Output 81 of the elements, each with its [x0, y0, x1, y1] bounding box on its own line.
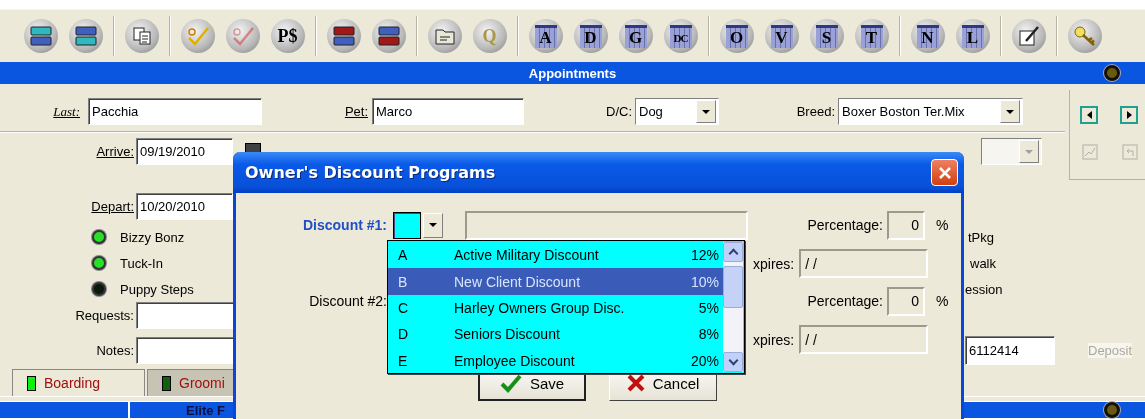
percentage-field[interactable]: 0: [887, 210, 925, 240]
toolbar-button[interactable]: [326, 19, 361, 53]
bar-text: Elite F: [186, 402, 225, 418]
calendar-letter-button[interactable]: L: [955, 19, 990, 53]
expires-field[interactable]: / /: [799, 325, 929, 354]
copy-icon: [131, 26, 152, 46]
chart-icon: [1082, 144, 1098, 160]
field-label: Requests:: [74, 308, 135, 323]
option-label: Puppy Steps: [120, 281, 195, 297]
deposit-label: Deposit: [1088, 343, 1133, 358]
percentage-field[interactable]: 0: [887, 286, 925, 316]
calendar-letter-button[interactable]: S: [809, 19, 844, 53]
side-label: tPkg: [968, 229, 994, 245]
dialog-title: Owner's Discount Programs: [245, 163, 496, 182]
field-label: D/C:: [605, 104, 633, 119]
calendar-letter-button[interactable]: A: [528, 19, 563, 53]
description-field[interactable]: [465, 210, 748, 240]
date-field[interactable]: 10/20/2010: [136, 193, 233, 220]
field-label: Percentage:: [806, 293, 884, 309]
scrollbar[interactable]: [723, 242, 743, 372]
folder-icon: [434, 27, 455, 45]
field-label: xpires:: [753, 255, 795, 272]
checkmark-icon: [230, 26, 255, 46]
calendar-letter-button[interactable]: T: [854, 19, 889, 53]
calendar-letter-button[interactable]: V: [764, 19, 799, 53]
scroll-thumb[interactable]: [723, 266, 743, 308]
last-name-field[interactable]: Pacchia: [88, 98, 262, 125]
calendar-letter-button[interactable]: O: [719, 19, 754, 53]
field-label: Depart:: [90, 199, 135, 214]
dropdown-field: [981, 138, 1042, 165]
field-label: Percentage:: [806, 217, 884, 233]
toolbar-button[interactable]: [371, 19, 406, 53]
unit-label: %: [936, 293, 950, 309]
field-label: Arrive:: [95, 144, 135, 159]
toolbar-button[interactable]: P$: [270, 19, 305, 53]
checkmark-icon: [499, 373, 522, 393]
field-label: Pet:: [343, 104, 369, 119]
dropdown-field[interactable]: Dog: [635, 98, 719, 125]
round-knob-icon: [1104, 65, 1120, 81]
option-label: Tuck-In: [120, 255, 164, 271]
toolbar-button[interactable]: [1011, 19, 1046, 53]
checkmark-icon: [185, 26, 210, 46]
list-item[interactable]: A Active Military Discount 12%: [388, 242, 723, 269]
field-label: Breed:: [795, 104, 836, 119]
phone-field[interactable]: 6112414: [965, 336, 1055, 365]
close-button[interactable]: [931, 159, 958, 186]
scroll-up-button[interactable]: [723, 242, 743, 262]
next-button[interactable]: [1120, 106, 1138, 124]
dropdown-field[interactable]: Boxer Boston Ter.Mix: [838, 98, 1023, 125]
key-icon: [1072, 25, 1097, 47]
code-dropdown[interactable]: [393, 211, 443, 239]
field-label: Notes:: [95, 343, 135, 358]
previous-button[interactable]: [1080, 106, 1098, 124]
title-text: Appointments: [528, 65, 617, 81]
calendar-letter-button[interactable]: N: [910, 19, 945, 53]
option-label: Bizzy Bonz: [120, 229, 186, 245]
unit-label: %: [936, 217, 950, 233]
list-item[interactable]: D Seniors Discount 8%: [388, 321, 723, 348]
date-field[interactable]: 09/19/2010: [136, 138, 233, 165]
expires-field[interactable]: / /: [799, 249, 929, 278]
list-item[interactable]: C Harley Owners Group Disc. 5%: [388, 294, 723, 322]
round-knob-icon: [1104, 402, 1120, 418]
calendar-letter-button[interactable]: DC: [663, 19, 698, 53]
field-label: Last:: [52, 103, 81, 120]
toolbar-button[interactable]: [68, 19, 103, 53]
pet-name-field[interactable]: Marco: [372, 98, 524, 125]
tab[interactable]: Boarding: [12, 369, 145, 396]
close-icon: [937, 165, 952, 180]
calendar-letter-button[interactable]: D: [573, 19, 608, 53]
side-label: ession: [965, 281, 1003, 297]
discount-label: Discount #2:: [308, 293, 387, 309]
scroll-down-button[interactable]: [723, 352, 743, 372]
field-label: xpires:: [753, 331, 795, 348]
discount-label: Discount #1:: [302, 217, 387, 233]
side-label: walk: [970, 255, 996, 271]
undo-icon: [1122, 144, 1138, 160]
list-item[interactable]: B New Client Discount 10%: [388, 268, 723, 295]
toolbar-button[interactable]: [23, 19, 58, 53]
cross-icon: [626, 374, 645, 392]
calendar-letter-button[interactable]: G: [618, 19, 653, 53]
pen-and-paper-icon: [1017, 25, 1040, 47]
